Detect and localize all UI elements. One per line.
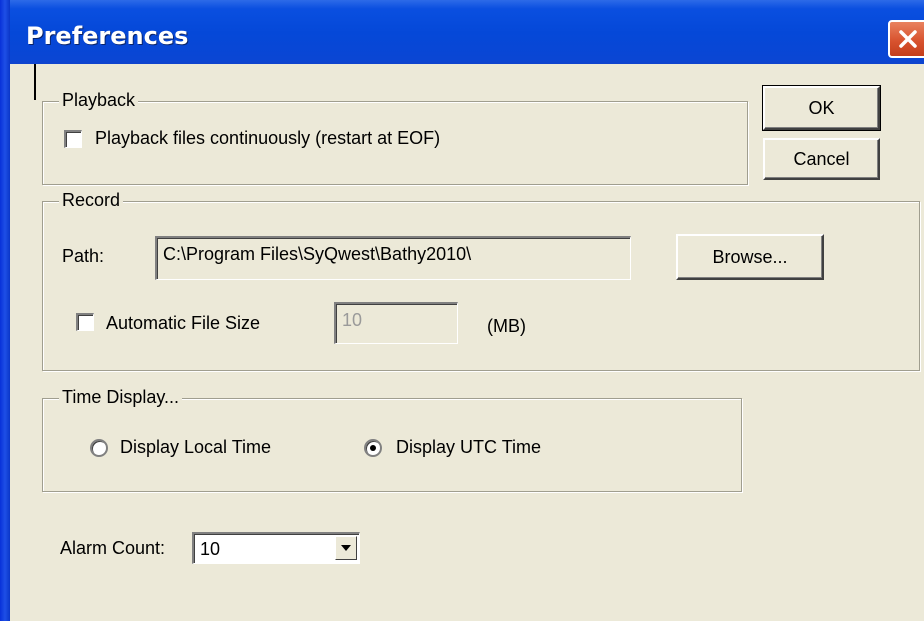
utc-time-label: Display UTC Time — [396, 437, 542, 457]
cancel-button[interactable]: Cancel — [763, 138, 880, 180]
close-icon — [899, 30, 917, 48]
alarm-count-select[interactable]: 10 — [192, 532, 360, 564]
path-field[interactable]: C:\Program Files\SyQwest\Bathy2010\ — [155, 236, 631, 280]
focus-marker — [34, 64, 36, 100]
title-bar[interactable]: Preferences — [0, 0, 924, 74]
time-display-group-label: Time Display... — [59, 387, 183, 408]
record-group: Record — [42, 190, 920, 371]
playback-group-label: Playback — [59, 90, 139, 111]
local-time-radio[interactable] — [90, 439, 108, 457]
auto-file-size-label: Automatic File Size — [106, 313, 261, 333]
record-group-label: Record — [59, 190, 124, 211]
playback-continuous-label: Playback files continuously (restart at … — [95, 128, 441, 148]
ok-button[interactable]: OK — [762, 85, 881, 131]
utc-time-radio[interactable] — [364, 439, 382, 457]
auto-file-size-checkbox[interactable] — [76, 313, 94, 331]
alarm-count-value: 10 — [200, 539, 221, 559]
file-size-unit: (MB) — [487, 316, 526, 336]
path-label: Path: — [62, 246, 105, 266]
window-title: Preferences — [26, 22, 189, 50]
close-button[interactable] — [888, 20, 924, 58]
chevron-down-icon — [341, 545, 351, 551]
file-size-field[interactable]: 10 — [334, 302, 458, 344]
window-frame-left — [0, 0, 10, 621]
playback-continuous-checkbox[interactable] — [64, 130, 82, 148]
dropdown-button[interactable] — [335, 536, 357, 560]
alarm-count-label: Alarm Count: — [60, 538, 166, 558]
radio-selected-dot — [370, 445, 376, 451]
browse-button[interactable]: Browse... — [676, 234, 824, 280]
local-time-label: Display Local Time — [120, 437, 272, 457]
